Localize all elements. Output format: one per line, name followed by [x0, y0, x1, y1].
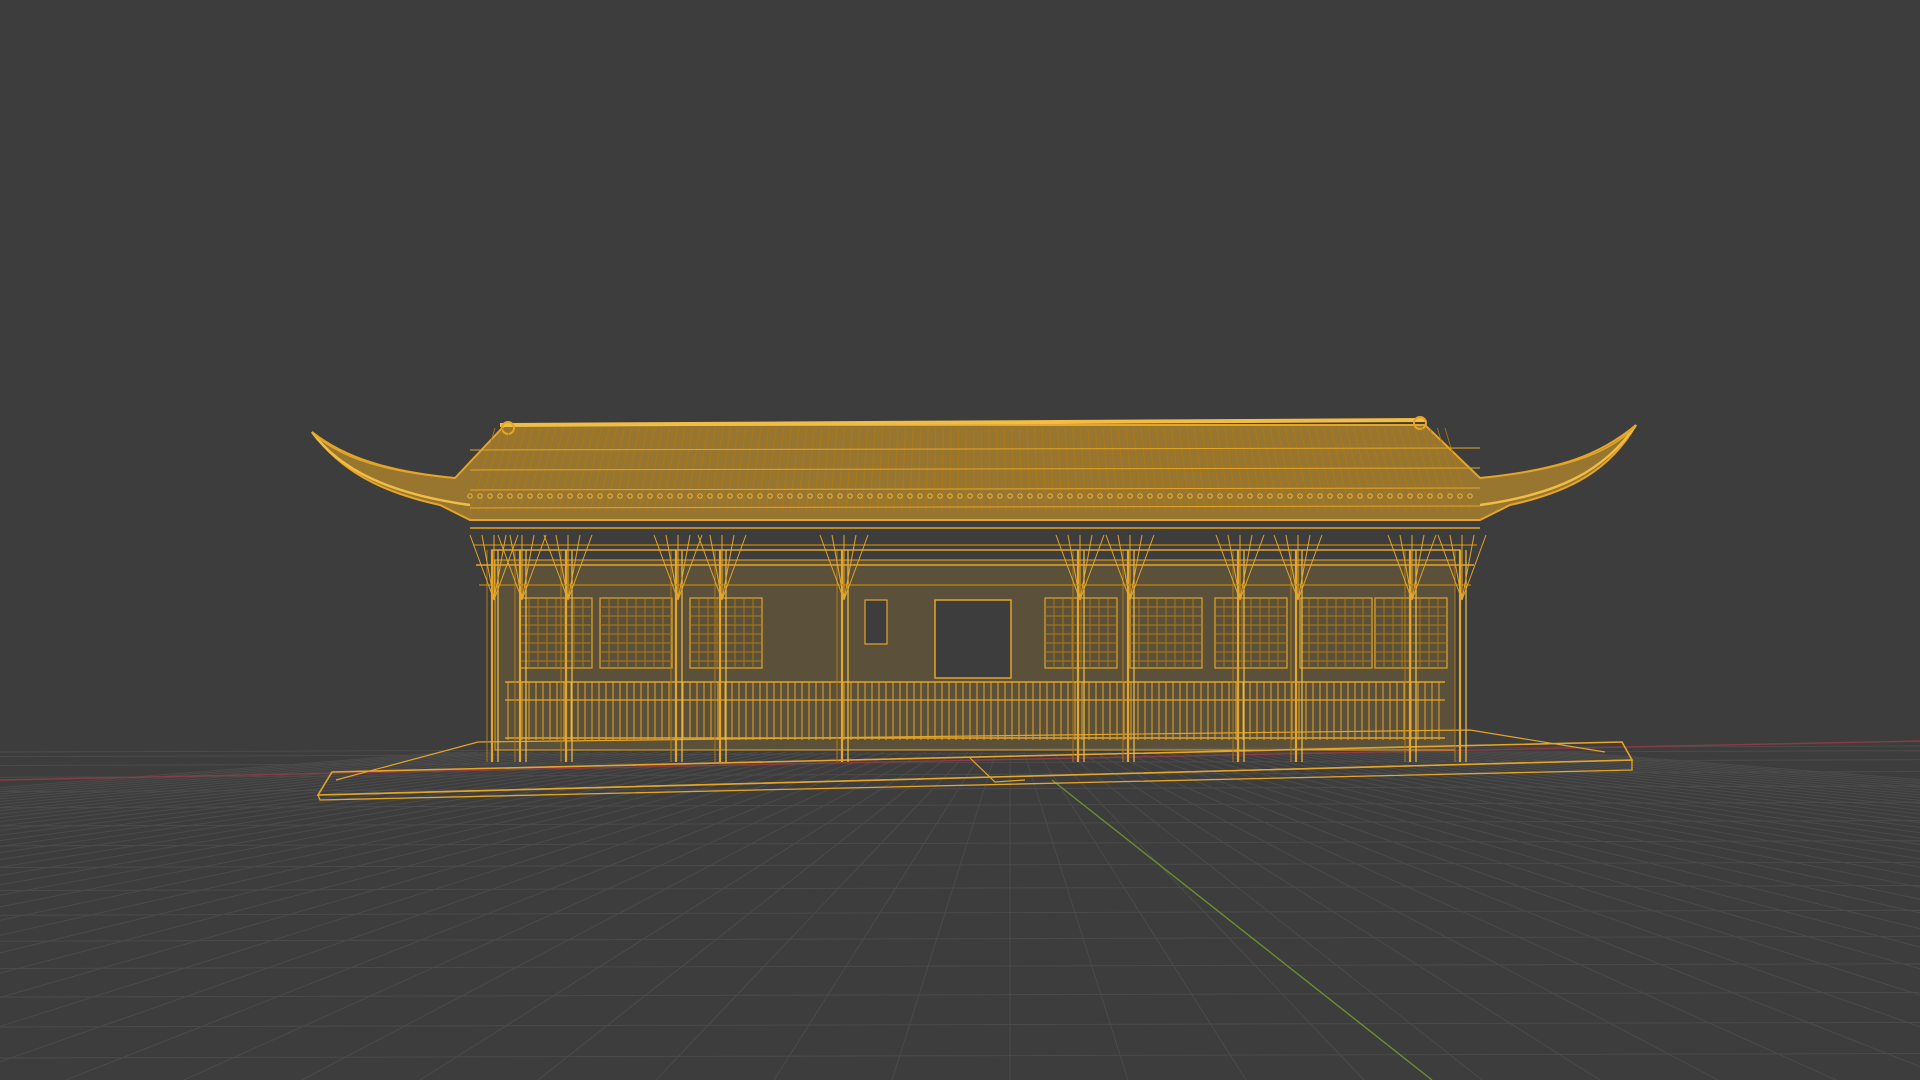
grid-line: [301, 751, 927, 1080]
grid-line: [0, 751, 521, 800]
window-opening: [864, 599, 888, 645]
grid-line: [0, 1021, 1920, 1028]
3d-viewport[interactable]: [0, 0, 1920, 1080]
doorway-opening: [934, 599, 1012, 679]
grid-line: [0, 991, 1920, 998]
grid-line: [0, 751, 689, 847]
grid-line: [0, 751, 885, 1063]
roof: [311, 416, 1637, 521]
viewport-canvas[interactable]: [0, 0, 1920, 1080]
grid-line: [0, 751, 871, 1027]
grid-line: [1051, 751, 1365, 1080]
grid-line: [0, 751, 857, 998]
grid-line: [0, 935, 1920, 942]
grid-line: [1149, 751, 1920, 996]
grid-line: [0, 963, 1920, 970]
grid-line: [183, 751, 913, 1080]
selected-wireframe-pavilion[interactable]: [311, 416, 1637, 801]
grid-line: [1485, 751, 1920, 793]
grid-line: [0, 1052, 1920, 1059]
grid-line: [1023, 751, 1129, 1080]
grid-line: [65, 751, 899, 1080]
grid-line: [0, 751, 759, 886]
grid-line: [1093, 751, 1719, 1080]
grid-line: [1107, 751, 1837, 1080]
grid-line: [1261, 751, 1920, 868]
grid-line: [1499, 751, 1920, 791]
grid-line: [1415, 751, 1920, 808]
grid-line: [419, 751, 941, 1080]
grid-floor: [0, 745, 1920, 1080]
platform-step: [969, 757, 1026, 783]
grid-line: [1247, 751, 1920, 878]
grid-line: [655, 751, 969, 1080]
grid-line: [0, 751, 465, 791]
grid-line: [0, 751, 675, 842]
grid-line: [1079, 751, 1601, 1080]
grid-line: [773, 751, 983, 1080]
grid-line: [0, 751, 549, 805]
grid-line: [537, 751, 955, 1080]
grid-line: [1541, 751, 1920, 784]
grid-line: [891, 751, 997, 1080]
grid-line: [0, 751, 507, 797]
y-axis-line: [1051, 779, 1433, 1080]
grid-line: [1275, 751, 1920, 860]
grid-line: [1037, 751, 1247, 1080]
grid-line: [0, 751, 745, 877]
grid-line: [1429, 751, 1920, 805]
grid-line: [0, 751, 731, 868]
grid-line: [1065, 751, 1483, 1080]
